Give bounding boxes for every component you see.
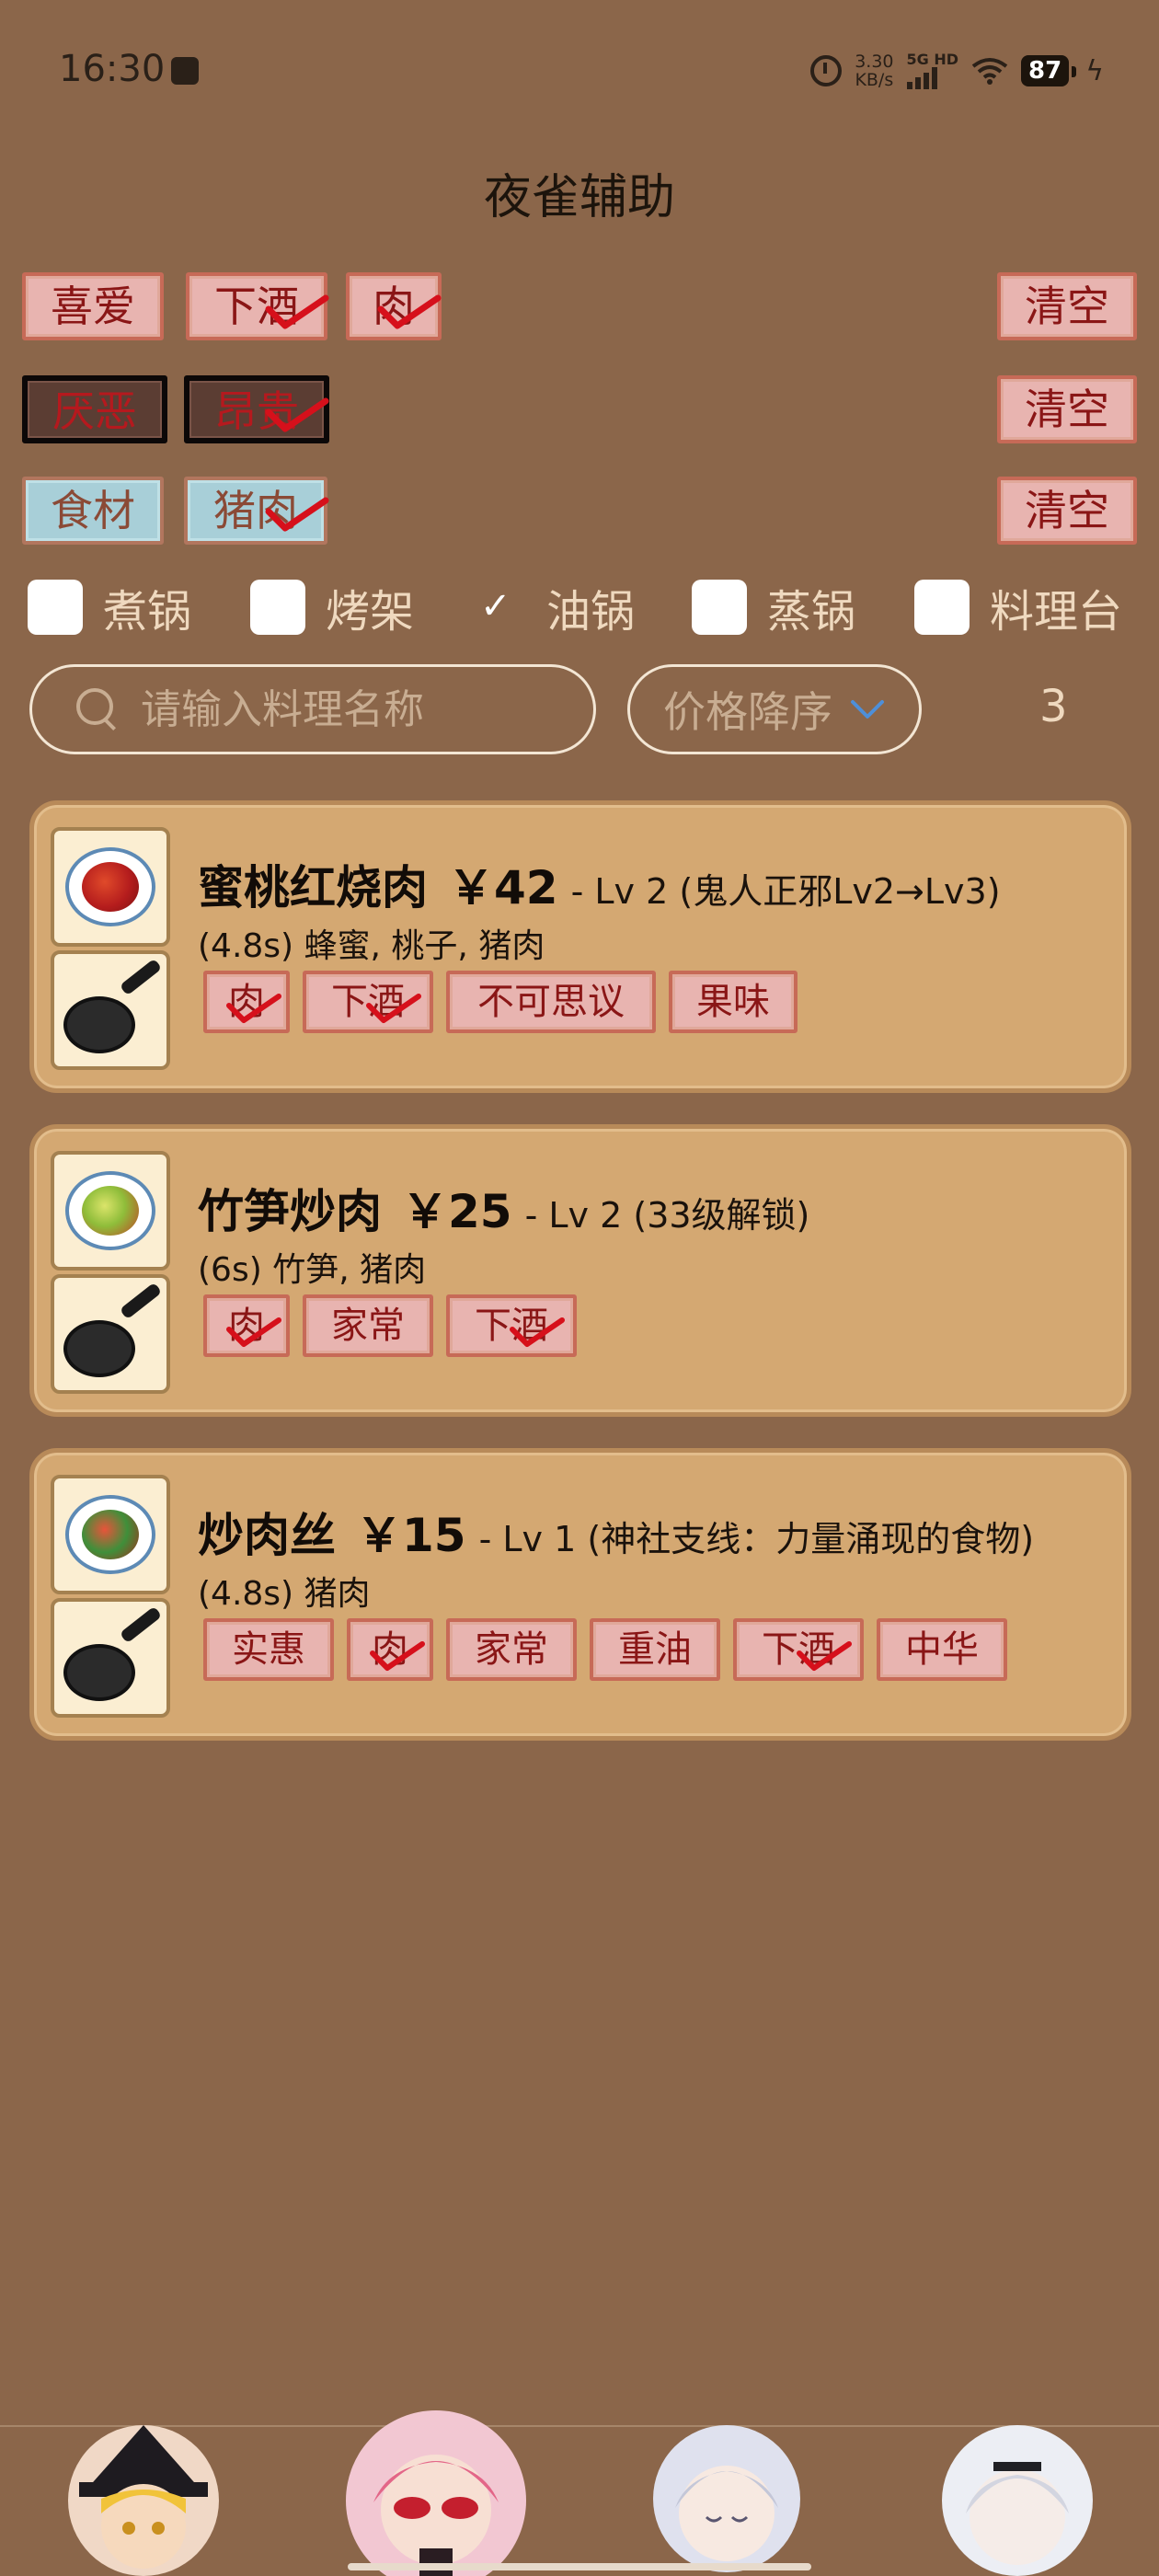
frying-pan-icon bbox=[51, 950, 170, 1070]
dish-tag: 重油 bbox=[590, 1618, 720, 1681]
character-avatar-tab[interactable] bbox=[942, 2425, 1093, 2576]
dish-tag: 家常 bbox=[446, 1618, 577, 1681]
character-avatar-tab[interactable] bbox=[68, 2425, 219, 2576]
sort-selected-value: 价格降序 bbox=[663, 687, 832, 737]
clear-ingredients-button[interactable]: 清空 bbox=[997, 477, 1137, 545]
frying-pan-icon bbox=[51, 1598, 170, 1718]
likes-tag-rou[interactable]: 肉 bbox=[346, 272, 442, 340]
dish-name: 竹笋炒肉 bbox=[198, 1185, 382, 1238]
cooker-label: 料理台 bbox=[990, 586, 1123, 638]
likes-tag-xiajiu[interactable]: 下酒 bbox=[186, 272, 327, 340]
dislikes-category-tag[interactable]: 厌恶 bbox=[22, 375, 167, 443]
dish-ingredients: (4.8s) 蜂蜜, 桃子, 猪肉 bbox=[198, 927, 545, 965]
dish-tag: 不可思议 bbox=[446, 971, 656, 1033]
chevron-down-icon bbox=[851, 700, 884, 719]
checkbox[interactable] bbox=[28, 580, 83, 635]
signal-bars-icon bbox=[906, 67, 937, 89]
clear-likes-button[interactable]: 清空 bbox=[997, 272, 1137, 340]
dish-price: ￥25 bbox=[402, 1185, 512, 1238]
status-bar: 16:30 3.30 KB/s 5G HD 87 ϟ bbox=[0, 0, 1159, 138]
dish-price: ￥42 bbox=[448, 861, 558, 914]
network-speed: 3.30 KB/s bbox=[855, 52, 893, 89]
dish-tag: 肉 bbox=[347, 1618, 433, 1681]
charging-bolt-icon: ϟ bbox=[1085, 54, 1104, 87]
checkbox-checked[interactable] bbox=[471, 580, 526, 635]
cooker-option-youguo[interactable]: 油锅 bbox=[471, 570, 635, 644]
recipe-card[interactable]: 竹笋炒肉 ￥25 - Lv 2 (33级解锁) (6s) 竹笋, 猪肉 肉 家常… bbox=[29, 1124, 1131, 1417]
dish-tag: 下酒 bbox=[733, 1618, 864, 1681]
checkbox[interactable] bbox=[692, 580, 747, 635]
clear-dislikes-button[interactable]: 清空 bbox=[997, 375, 1137, 443]
dish-header: 炒肉丝 ￥15 - Lv 1 (神社支线：力量涌现的食物) bbox=[198, 1499, 1034, 1565]
notification-icon bbox=[171, 57, 199, 85]
search-icon bbox=[76, 688, 119, 730]
dish-tag: 下酒 bbox=[446, 1294, 577, 1357]
cooker-label: 油锅 bbox=[546, 586, 636, 638]
cell-signal: 5G HD bbox=[906, 51, 959, 89]
cooker-option-kaojia[interactable]: 烤架 bbox=[250, 570, 414, 644]
cooker-label: 烤架 bbox=[326, 586, 415, 638]
home-indicator[interactable] bbox=[348, 2563, 811, 2570]
dish-header: 竹笋炒肉 ￥25 - Lv 2 (33级解锁) bbox=[198, 1175, 809, 1241]
checkbox[interactable] bbox=[250, 580, 305, 635]
dish-ingredients: (4.8s) 猪肉 bbox=[198, 1575, 371, 1613]
dish-tag: 果味 bbox=[669, 971, 798, 1033]
search-box[interactable] bbox=[29, 664, 596, 754]
dislikes-tag-angui[interactable]: 昂贵 bbox=[184, 375, 329, 443]
result-count: 3 bbox=[1039, 681, 1068, 732]
dish-image bbox=[51, 1151, 170, 1271]
frying-pan-icon bbox=[51, 1274, 170, 1394]
status-time: 16:30 bbox=[59, 48, 166, 90]
bottom-nav-divider bbox=[0, 2425, 1159, 2427]
ingredients-row: 食材 猪肉 清空 bbox=[22, 477, 1137, 545]
signal-label: 5G HD bbox=[906, 51, 959, 68]
page-title: 夜雀辅助 bbox=[483, 170, 675, 225]
dish-ingredients: (6s) 竹笋, 猪肉 bbox=[198, 1251, 427, 1289]
dish-tag: 实惠 bbox=[203, 1618, 334, 1681]
dish-tag: 中华 bbox=[877, 1618, 1007, 1681]
dish-level: - Lv 1 (神社支线：力量涌现的食物) bbox=[478, 1519, 1035, 1559]
recipe-card[interactable]: 炒肉丝 ￥15 - Lv 1 (神社支线：力量涌现的食物) (4.8s) 猪肉 … bbox=[29, 1448, 1131, 1741]
sort-dropdown[interactable]: 价格降序 bbox=[627, 664, 922, 754]
ingredients-tag-zhurou[interactable]: 猪肉 bbox=[184, 477, 327, 545]
character-avatar-tab[interactable] bbox=[653, 2425, 800, 2572]
wifi-icon bbox=[971, 58, 1008, 85]
checkbox[interactable] bbox=[914, 580, 970, 635]
dish-price: ￥15 bbox=[356, 1509, 466, 1562]
search-input[interactable] bbox=[141, 685, 582, 733]
cooker-option-liaolitai[interactable]: 料理台 bbox=[914, 570, 1122, 644]
dish-level: - Lv 2 (鬼人正邪Lv2→Lv3) bbox=[570, 871, 1001, 912]
status-indicators: 3.30 KB/s 5G HD 87 ϟ bbox=[810, 48, 1104, 94]
dish-image bbox=[51, 827, 170, 947]
dish-tag: 家常 bbox=[303, 1294, 433, 1357]
dish-tag: 肉 bbox=[203, 971, 290, 1033]
dish-header: 蜜桃红烧肉 ￥42 - Lv 2 (鬼人正邪Lv2→Lv3) bbox=[198, 851, 1001, 917]
dish-image bbox=[51, 1475, 170, 1594]
alarm-icon bbox=[810, 55, 843, 86]
network-speed-value: 3.30 bbox=[855, 52, 894, 72]
dish-tag: 肉 bbox=[203, 1294, 290, 1357]
dislikes-row: 厌恶 昂贵 清空 bbox=[22, 375, 1137, 443]
ingredients-category-tag[interactable]: 食材 bbox=[22, 477, 164, 545]
dish-name: 蜜桃红烧肉 bbox=[198, 861, 428, 914]
dish-level: - Lv 2 (33级解锁) bbox=[524, 1195, 810, 1236]
cooker-filter: 煮锅 烤架 油锅 蒸锅 料理台 bbox=[28, 570, 1141, 644]
character-avatar-tab-active[interactable] bbox=[346, 2410, 526, 2576]
dish-name: 炒肉丝 bbox=[198, 1509, 336, 1562]
cooker-label: 煮锅 bbox=[103, 586, 192, 638]
recipe-card[interactable]: 蜜桃红烧肉 ￥42 - Lv 2 (鬼人正邪Lv2→Lv3) (4.8s) 蜂蜜… bbox=[29, 800, 1131, 1093]
network-speed-unit: KB/s bbox=[855, 70, 894, 90]
dish-tag: 下酒 bbox=[303, 971, 433, 1033]
likes-category-tag[interactable]: 喜爱 bbox=[22, 272, 164, 340]
cooker-option-zhengguo[interactable]: 蒸锅 bbox=[692, 570, 855, 644]
cooker-label: 蒸锅 bbox=[767, 586, 856, 638]
likes-row: 喜爱 下酒 肉 清空 bbox=[22, 272, 1137, 340]
battery-indicator: 87 bbox=[1021, 55, 1077, 86]
cooker-option-zhuguo[interactable]: 煮锅 bbox=[28, 570, 191, 644]
